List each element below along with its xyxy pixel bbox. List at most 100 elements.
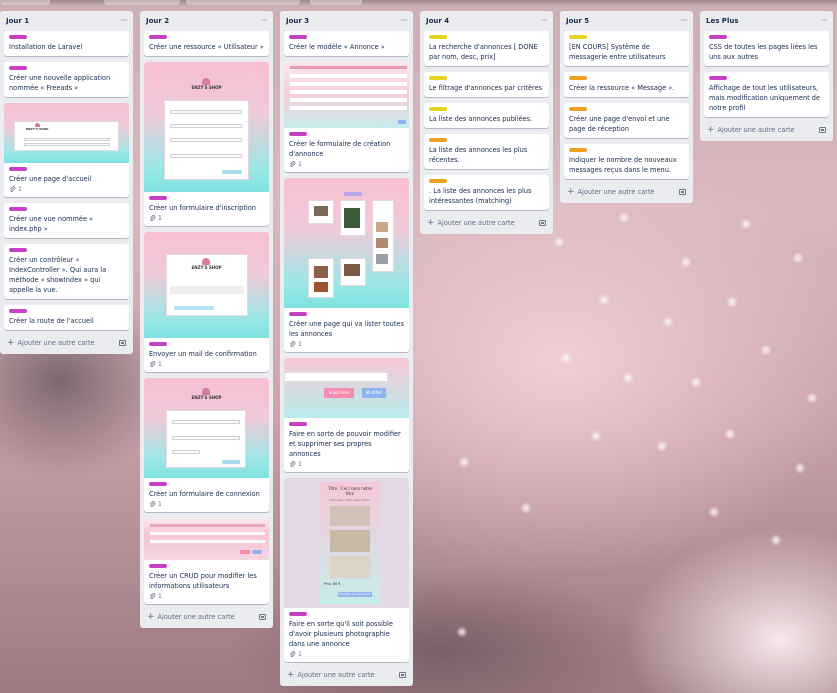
- card-title: Faire en sorte de pouvoir modifier et su…: [289, 430, 401, 458]
- card-template-icon[interactable]: [119, 340, 126, 346]
- card[interactable]: [EN COURS] Système de messagerie entre u…: [564, 31, 689, 66]
- card[interactable]: Installation de Laravel: [4, 31, 129, 56]
- card-label: [149, 564, 167, 568]
- card[interactable]: ENZY'S SHOP Envoyer un mail de confirmat…: [144, 232, 269, 372]
- card-cover-image: ENZY'S SHOP: [144, 378, 269, 478]
- add-card-button[interactable]: + Ajouter une autre carte: [4, 336, 129, 350]
- card[interactable]: Créer une ressource « Utilisateur »: [144, 31, 269, 56]
- card-label: [569, 35, 587, 39]
- card[interactable]: Indiquer le nombre de nouveaux messages …: [564, 144, 689, 179]
- mock-shop-name: ENZY'S SHOP: [26, 127, 49, 131]
- card-template-icon[interactable]: [399, 672, 406, 678]
- list-menu-icon[interactable]: ···: [681, 17, 688, 25]
- card-label: [709, 76, 727, 80]
- card-label: [9, 66, 27, 70]
- card[interactable]: . La liste des annonces les plus intéres…: [424, 175, 549, 210]
- card-title: La liste des annonces publiées.: [429, 115, 533, 123]
- attachment-count: 1: [158, 593, 162, 600]
- card[interactable]: Créer le modèle « Annonce »: [284, 31, 409, 56]
- card-title: Créer une page d'envoi et une page de ré…: [569, 115, 670, 133]
- list-menu-icon[interactable]: ···: [121, 17, 128, 25]
- card[interactable]: Créer une vue nommée « index.php »: [4, 203, 129, 238]
- mock-delete-button: Supprimer: [324, 388, 354, 398]
- card[interactable]: ENZY'S SHOP Créer une page d'accueil 1: [4, 103, 129, 197]
- card-title: Faire en sorte qu'il soit possible d'avo…: [289, 620, 393, 648]
- card[interactable]: Créer le formulaire de création d'annonc…: [284, 62, 409, 172]
- card[interactable]: CSS de toutes les pages liées les uns au…: [704, 31, 829, 66]
- card-cover-image: ENZY'S SHOP: [144, 62, 269, 192]
- plus-icon: +: [7, 338, 15, 348]
- list-header: Jour 3 ···: [284, 11, 409, 31]
- card-template-icon[interactable]: [539, 220, 546, 226]
- card[interactable]: Créer un CRUD pour modifier les informat…: [144, 518, 269, 604]
- top-bar-button[interactable]: [186, 0, 300, 5]
- mock-shop-name: ENZY'S SHOP: [191, 265, 222, 270]
- card[interactable]: Créer une page d'envoi et une page de ré…: [564, 103, 689, 138]
- top-bar-button[interactable]: [104, 0, 180, 5]
- list-menu-icon[interactable]: ···: [261, 17, 268, 25]
- card-title: Installation de Laravel: [9, 43, 83, 51]
- card-template-icon[interactable]: [259, 614, 266, 620]
- list-les-plus: Les Plus ··· CSS de toutes les pages lié…: [700, 11, 833, 141]
- card-template-icon[interactable]: [679, 189, 686, 195]
- card[interactable]: Créer une page qui va lister toutes les …: [284, 178, 409, 352]
- card-title: Créer une vue nommée « index.php »: [9, 215, 94, 233]
- list-header: Jour 2 ···: [144, 11, 269, 31]
- card-title: Envoyer un mail de confirmation: [149, 350, 257, 358]
- add-card-label: Ajouter une autre carte: [577, 188, 655, 196]
- add-card-button[interactable]: + Ajouter une autre carte: [284, 668, 409, 682]
- card-label: [289, 612, 307, 616]
- add-card-button[interactable]: + Ajouter une autre carte: [144, 610, 269, 624]
- paperclip-icon: [149, 215, 156, 222]
- card[interactable]: ENZY'S SHOP Créer un formulaire d'inscri…: [144, 62, 269, 226]
- add-card-button[interactable]: + Ajouter une autre carte: [424, 216, 549, 230]
- paperclip-icon: [289, 161, 296, 168]
- list-menu-icon[interactable]: ···: [401, 17, 408, 25]
- mock-gallery-price: Prix: 80 €: [324, 582, 341, 586]
- paperclip-icon: [9, 186, 16, 193]
- add-card-button[interactable]: + Ajouter une autre carte: [564, 185, 689, 199]
- card[interactable]: Créer une nouvelle application nommée « …: [4, 62, 129, 97]
- card-label: [289, 422, 307, 426]
- card-title: Affichage de tout les utilisateurs, mais…: [709, 84, 821, 112]
- card-cover-image: Supprimer Modifier: [284, 358, 409, 418]
- list-menu-icon[interactable]: ···: [821, 17, 828, 25]
- card[interactable]: Le filtrage d'annonces par critères: [424, 72, 549, 97]
- card[interactable]: Créer la route de l'accueil: [4, 305, 129, 330]
- card[interactable]: La recherche d'annonces [ DONE par nom, …: [424, 31, 549, 66]
- attachment-count: 1: [158, 361, 162, 368]
- card-label: [149, 482, 167, 486]
- top-bar-button[interactable]: [0, 0, 50, 5]
- card[interactable]: Affichage de tout les utilisateurs, mais…: [704, 72, 829, 117]
- card-title: . La liste des annonces les plus intéres…: [429, 187, 532, 205]
- attachment-count: 1: [18, 186, 22, 193]
- card-title: Créer un contrôleur « IndexController ».…: [9, 256, 107, 294]
- card-title: Créer une nouvelle application nommée « …: [9, 74, 111, 92]
- mock-gallery-desc: Ceci avec notre description: [329, 498, 371, 502]
- card[interactable]: Créer la ressource « Message ».: [564, 72, 689, 97]
- card[interactable]: Supprimer Modifier Faire en sorte de pou…: [284, 358, 409, 472]
- list-menu-icon[interactable]: ···: [541, 17, 548, 25]
- card-label: [9, 207, 27, 211]
- add-card-button[interactable]: + Ajouter une autre carte: [704, 123, 829, 137]
- card-label: [149, 342, 167, 346]
- add-card-label: Ajouter une autre carte: [157, 613, 235, 621]
- card-title: Créer le modèle « Annonce »: [289, 43, 385, 51]
- card[interactable]: Titre : Ceci sans notre titre Ceci avec …: [284, 478, 409, 662]
- attachment-count: 1: [298, 161, 302, 168]
- top-bar-button[interactable]: [310, 0, 362, 5]
- card[interactable]: La liste des annonces les plus récentes.: [424, 134, 549, 169]
- card-label: [9, 248, 27, 252]
- card-title: Indiquer le nombre de nouveaux messages …: [569, 156, 677, 174]
- card-template-icon[interactable]: [819, 127, 826, 133]
- card-label: [429, 35, 447, 39]
- plus-icon: +: [287, 670, 295, 680]
- card-label: [149, 196, 167, 200]
- card[interactable]: Créer un contrôleur « IndexController ».…: [4, 244, 129, 299]
- list-title: Les Plus: [706, 17, 739, 25]
- card-label: [429, 76, 447, 80]
- list-title: Jour 1: [6, 17, 30, 25]
- card[interactable]: La liste des annonces publiées.: [424, 103, 549, 128]
- card-title: Créer une page qui va lister toutes les …: [289, 320, 404, 338]
- card[interactable]: ENZY'S SHOP Créer un formulaire de conne…: [144, 378, 269, 512]
